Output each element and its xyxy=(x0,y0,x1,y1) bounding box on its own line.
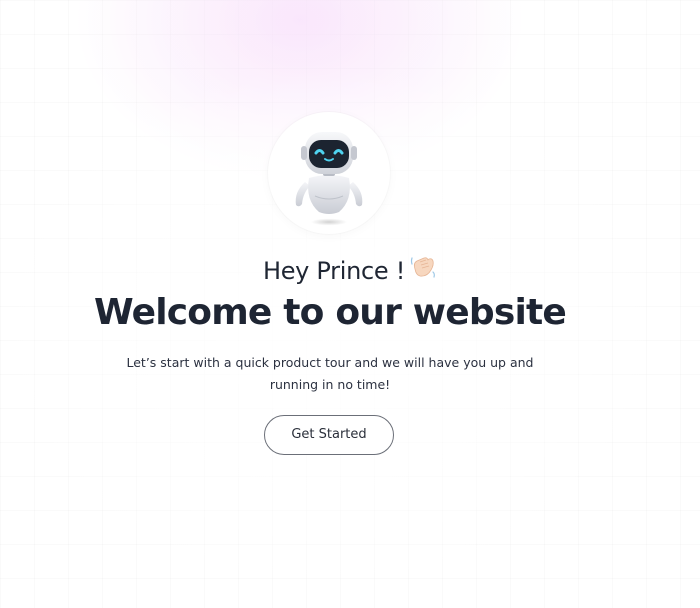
greeting-text: Hey Prince ! xyxy=(262,257,406,285)
page-title: Welcome to our website xyxy=(93,292,567,333)
waving-hand-icon xyxy=(409,253,437,285)
get-started-button[interactable]: Get Started xyxy=(264,415,394,455)
greeting-line: Hey Prince ! xyxy=(0,256,700,288)
welcome-page: Hey Prince ! Welcome to our website Let’… xyxy=(0,0,700,608)
avatar xyxy=(268,112,390,234)
robot-icon xyxy=(295,132,363,226)
intro-text: Let’s start with a quick product tour an… xyxy=(126,355,534,392)
